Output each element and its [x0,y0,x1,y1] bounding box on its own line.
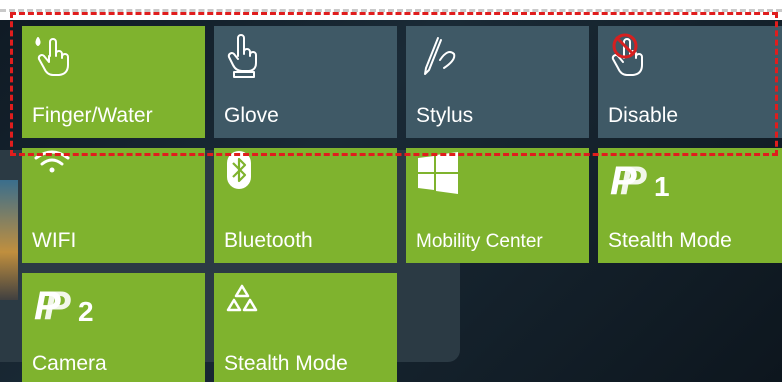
p1-icon: P P 1 [608,154,688,204]
svg-text:P: P [44,284,71,328]
touch-mode-label: Glove [224,104,279,127]
tile-wifi[interactable]: WIFI [22,148,205,263]
finger-water-icon [32,32,72,78]
svg-text:1: 1 [654,171,670,202]
windows-icon [416,152,460,196]
tile-label: Camera [32,352,107,375]
touch-mode-label: Finger/Water [32,104,153,127]
touch-mode-stylus[interactable]: Stylus [406,26,589,138]
tile-camera-p2[interactable]: P P 2 Camera [22,273,205,382]
desktop-backdrop-strip [0,180,18,300]
screen: Finger/Water Glove Stylus Disable WIFI B… [0,0,782,382]
touch-mode-label: Stylus [416,104,474,127]
svg-text:P: P [620,159,647,203]
tile-label: Mobility Center [416,231,543,252]
touch-mode-disable[interactable]: Disable [598,26,782,138]
stealth-triangle-icon [224,283,260,315]
wifi-icon [32,148,72,194]
tile-stealth-mode-p1[interactable]: P P 1 Stealth Mode [598,148,782,263]
tile-stealth-mode[interactable]: Stealth Mode [214,273,397,382]
tile-label: Stealth Mode [608,229,732,252]
glove-icon [224,32,264,78]
touch-disable-icon [608,32,648,78]
touch-mode-label: Disable [608,104,679,127]
stylus-icon [416,32,456,78]
svg-text:2: 2 [78,296,94,327]
touch-mode-finger-water[interactable]: Finger/Water [22,26,205,138]
p2-icon: P P 2 [32,279,112,329]
touch-mode-glove[interactable]: Glove [214,26,397,138]
tile-label: WIFI [32,229,77,252]
top-margin [0,0,782,20]
bluetooth-icon [224,150,254,190]
tile-bluetooth[interactable]: Bluetooth [214,148,397,263]
tile-mobility-center[interactable]: Mobility Center [406,148,589,263]
tile-label: Stealth Mode [224,352,348,375]
tile-label: Bluetooth [224,229,313,252]
